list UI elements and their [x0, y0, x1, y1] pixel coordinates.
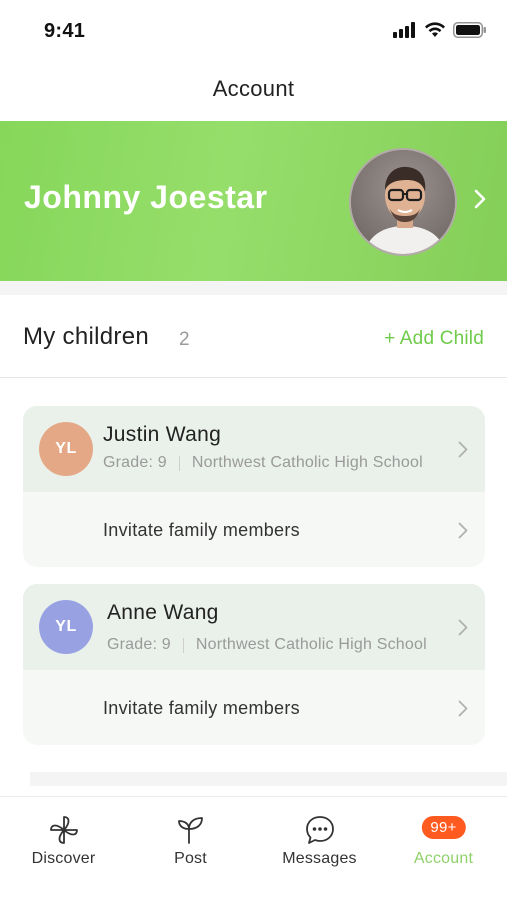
child-name: Justin Wang	[103, 423, 222, 446]
child-school: Northwest Catholic High School	[191, 454, 423, 471]
user-photo-icon	[351, 150, 455, 254]
invite-family-row[interactable]: Invitate family members	[23, 670, 485, 745]
meta-separator	[178, 455, 180, 471]
pinwheel-icon	[49, 816, 78, 844]
avatar[interactable]	[349, 148, 457, 256]
child-avatar: YL	[39, 422, 93, 476]
status-time: 9:41	[44, 20, 86, 42]
tab-post[interactable]: Post	[127, 797, 254, 900]
profile-banner[interactable]: Johnny Joestar	[0, 121, 507, 281]
child-meta: Grade: 9 Northwest Catholic High School	[103, 454, 423, 472]
tab-discover[interactable]: Discover	[0, 797, 127, 900]
chevron-right-icon[interactable]	[458, 700, 468, 717]
divider	[0, 377, 507, 378]
status-icons	[393, 22, 487, 38]
signal-icon	[393, 22, 415, 38]
child-meta: Grade: 9 Northwest Catholic High School	[107, 636, 427, 654]
chevron-right-icon[interactable]	[458, 441, 468, 458]
add-child-button[interactable]: + Add Child	[384, 328, 484, 350]
child-card: YL Justin Wang Grade: 9 Northwest Cathol…	[23, 406, 485, 567]
wifi-icon	[425, 22, 445, 37]
profile-name: Johnny Joestar	[24, 179, 268, 215]
chat-bubble-icon	[305, 816, 334, 844]
invite-label: Invitate family members	[103, 698, 300, 718]
tab-bar: Discover Post Messages 99+ Account	[0, 796, 507, 900]
child-school: Northwest Catholic High School	[195, 636, 427, 653]
child-info-row[interactable]: YL Anne Wang Grade: 9 Northwest Catholic…	[23, 584, 485, 670]
invite-label: Invitate family members	[103, 520, 300, 540]
status-bar: 9:41	[0, 0, 507, 62]
tab-label: Messages	[282, 850, 357, 867]
meta-separator	[182, 637, 184, 653]
page-title: Account	[212, 76, 295, 101]
tab-label: Post	[174, 850, 207, 867]
tab-messages[interactable]: Messages	[256, 797, 383, 900]
child-info-row[interactable]: YL Justin Wang Grade: 9 Northwest Cathol…	[23, 406, 485, 492]
battery-icon	[453, 22, 486, 38]
children-count: 2	[179, 329, 190, 350]
chevron-right-icon[interactable]	[458, 522, 468, 539]
notification-badge: 99+	[421, 816, 466, 839]
child-grade: Grade: 9	[107, 636, 171, 653]
section-divider	[0, 281, 507, 295]
tab-label: Discover	[31, 850, 96, 867]
chevron-right-icon[interactable]	[458, 619, 468, 636]
section-divider	[30, 772, 507, 786]
section-title: My children	[23, 323, 150, 350]
child-card: YL Anne Wang Grade: 9 Northwest Catholic…	[23, 584, 485, 745]
sprout-icon	[177, 817, 203, 844]
tab-account[interactable]: 99+ Account	[380, 797, 507, 900]
tab-label: Account	[413, 850, 474, 867]
child-avatar: YL	[39, 600, 93, 654]
child-name: Anne Wang	[107, 601, 219, 624]
child-grade: Grade: 9	[103, 454, 167, 471]
invite-family-row[interactable]: Invitate family members	[23, 492, 485, 567]
chevron-right-icon[interactable]	[474, 189, 486, 209]
